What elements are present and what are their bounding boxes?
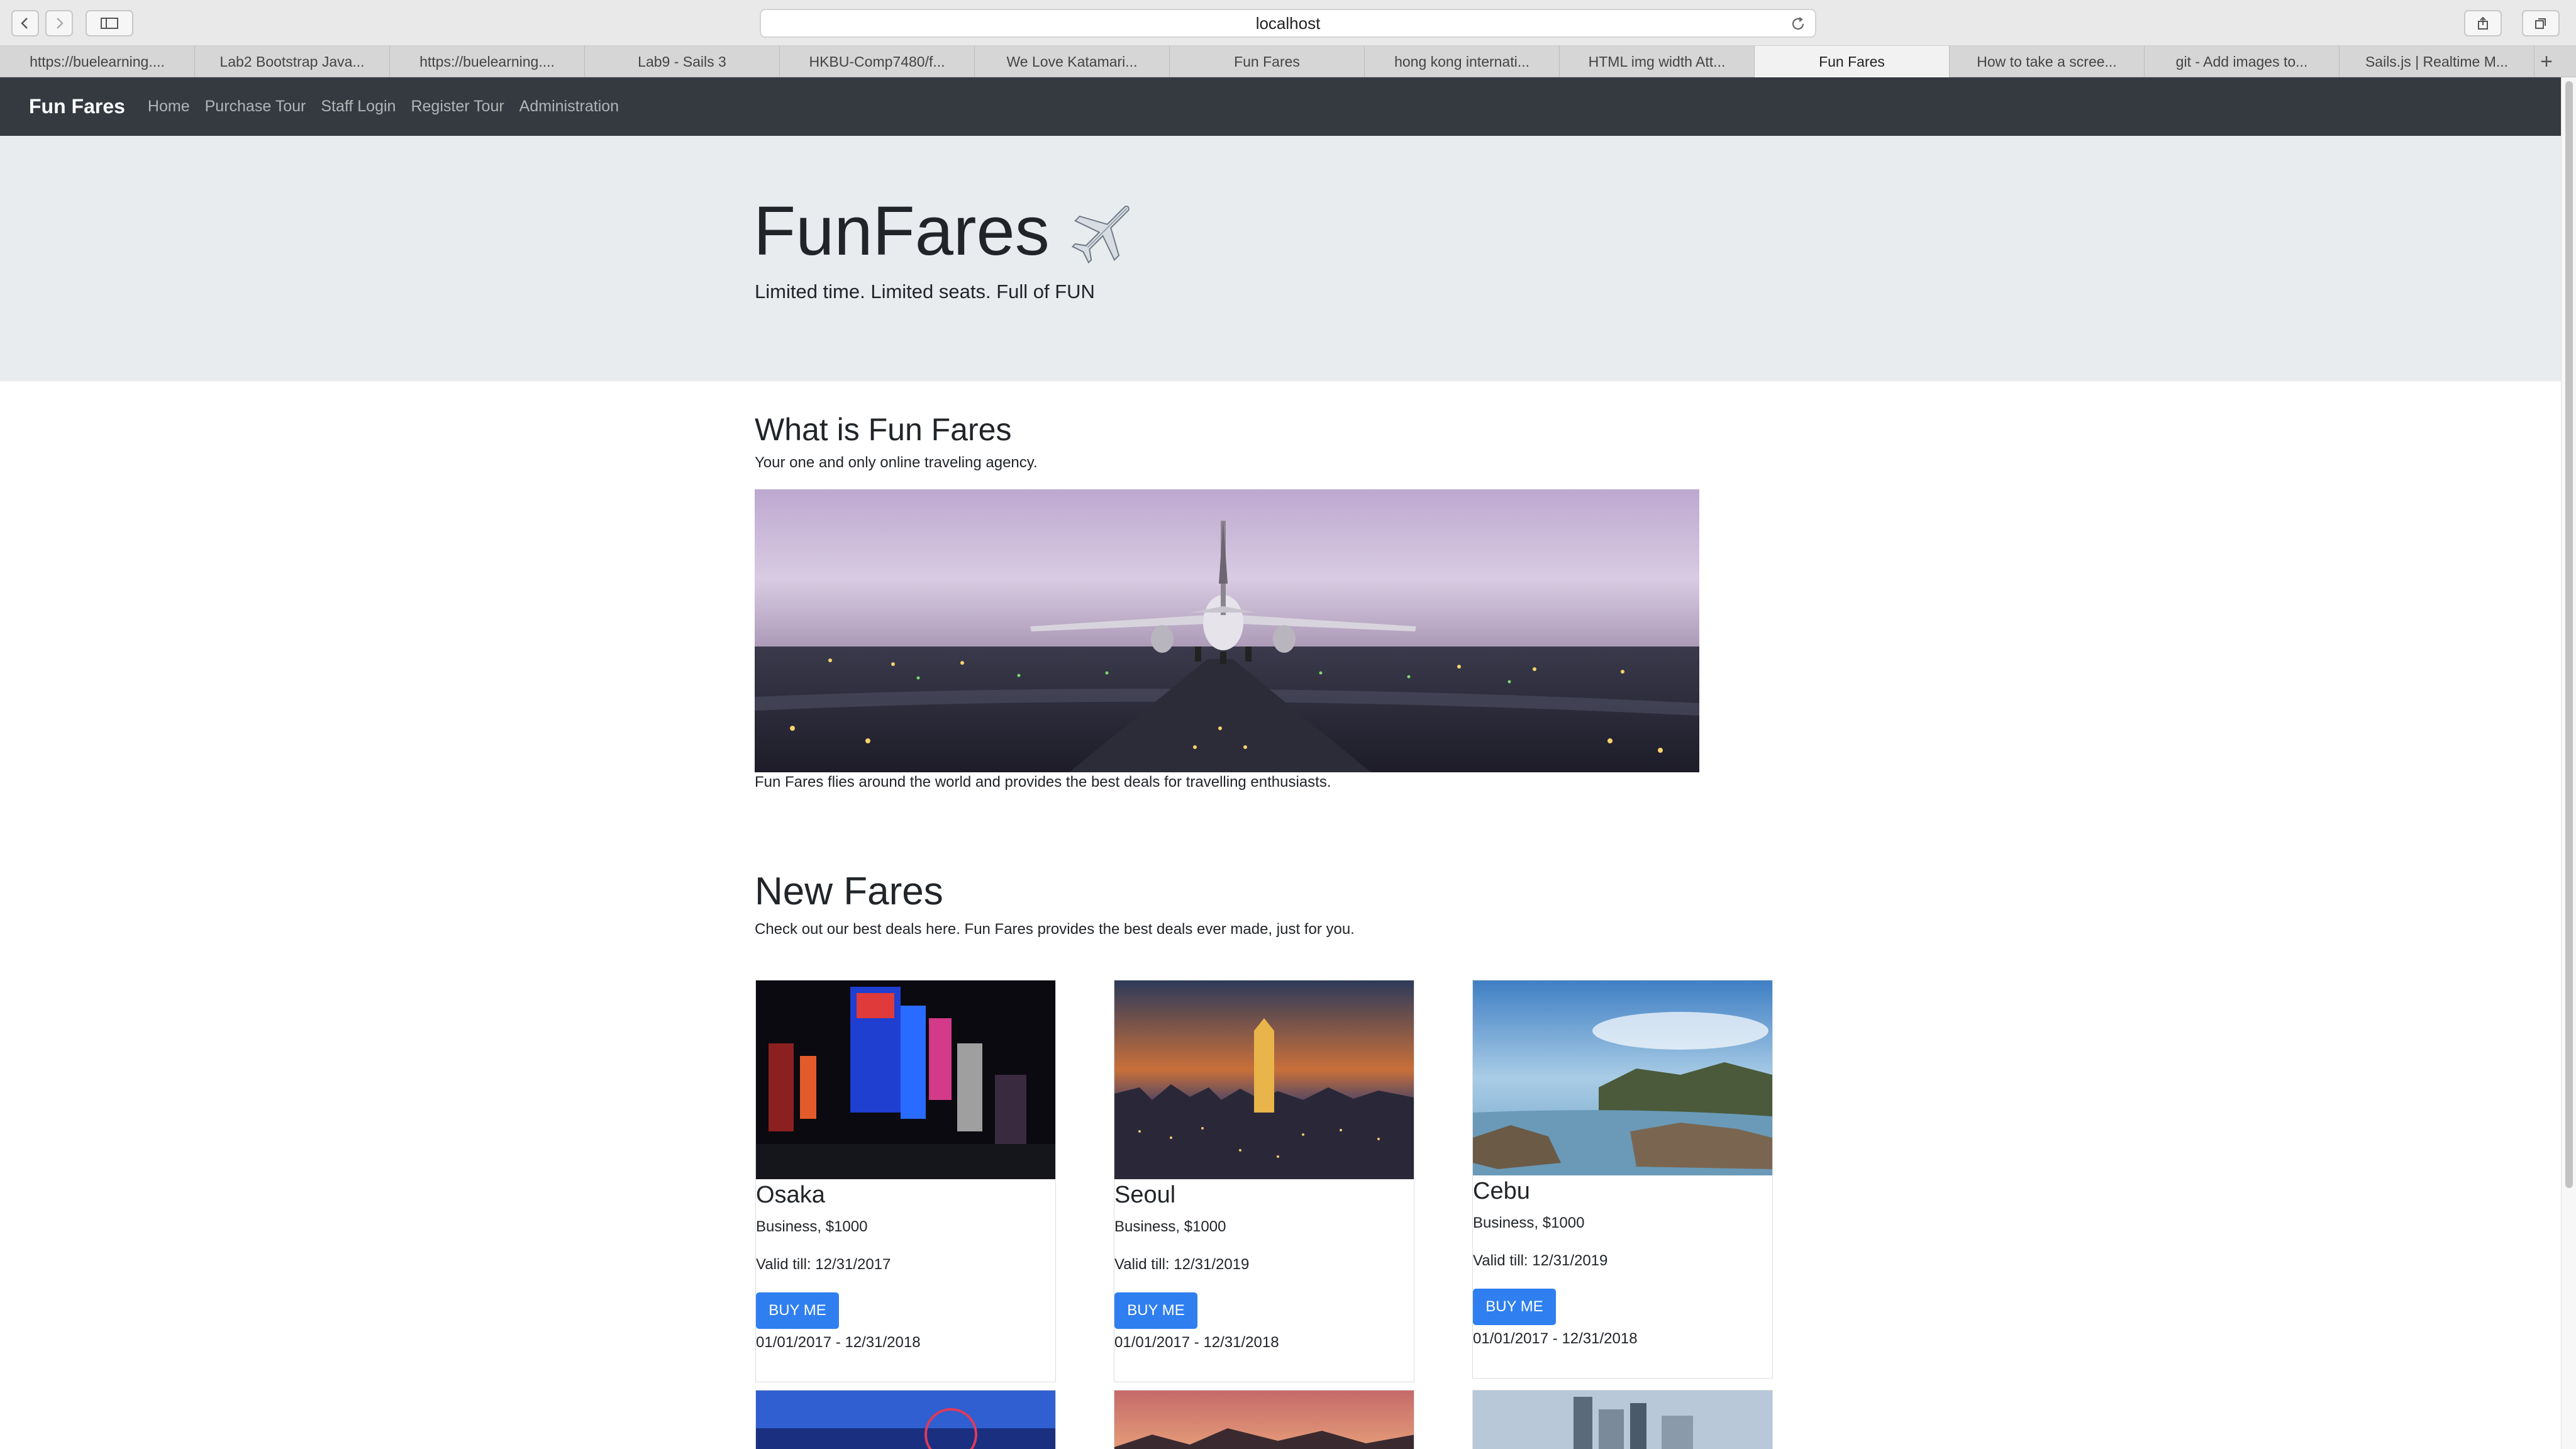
navbar-brand[interactable]: Fun Fares: [29, 95, 125, 118]
page-title-text: FunFares: [753, 192, 1050, 270]
fare-card-osaka: Osaka Business, $1000 Valid till: 12/31/…: [755, 980, 1056, 1382]
share-button[interactable]: [2464, 10, 2502, 36]
fare-card-image: [1114, 1391, 1414, 1449]
new-tab-button[interactable]: +: [2534, 46, 2558, 77]
tab-label: HKBU-Comp7480/f...: [809, 53, 945, 70]
page-lead: Limited time. Limited seats. Full of FUN: [755, 280, 1095, 303]
back-button[interactable]: [11, 10, 39, 36]
page-title: FunFares: [753, 191, 1141, 271]
plus-icon: +: [2540, 49, 2553, 74]
cebu-image: [1473, 980, 1772, 1175]
fare-card-partial: [1114, 1390, 1414, 1449]
about-caption: Fun Fares flies around the world and pro…: [755, 774, 1331, 791]
about-text: Your one and only online traveling agenc…: [755, 454, 1038, 471]
tab-label: We Love Katamari...: [1006, 53, 1138, 70]
card-title: Seoul: [1114, 1182, 1176, 1208]
tab[interactable]: How to take a scree...: [1950, 46, 2145, 77]
fare-card-image: [756, 1391, 1055, 1449]
browser-toolbar: localhost: [0, 0, 2576, 46]
page-scrollbar[interactable]: [2561, 77, 2576, 1449]
nav-link-home[interactable]: Home: [148, 97, 190, 116]
card-valid-till: Valid till: 12/31/2017: [756, 1256, 891, 1273]
nav-link-register-tour[interactable]: Register Tour: [411, 97, 504, 116]
fare-card-partial: [1472, 1390, 1773, 1449]
card-date-range: 01/01/2017 - 12/31/2018: [756, 1334, 921, 1351]
tab-label: https://buelearning....: [419, 53, 555, 70]
card-title: Cebu: [1473, 1178, 1530, 1204]
tab-label: https://buelearning....: [30, 53, 165, 70]
tab[interactable]: HTML img width Att...: [1560, 46, 1755, 77]
tab[interactable]: https://buelearning....: [390, 46, 585, 77]
tab[interactable]: Lab9 - Sails 3: [585, 46, 780, 77]
fares-heading: New Fares: [755, 870, 943, 913]
tab[interactable]: Lab2 Bootstrap Java...: [195, 46, 390, 77]
url-text: localhost: [1255, 13, 1321, 33]
tab-label: Fun Fares: [1234, 53, 1300, 70]
tab-label: hong kong internati...: [1394, 53, 1530, 70]
tabs-icon: [2535, 18, 2546, 29]
card-valid-till: Valid till: 12/31/2019: [1473, 1252, 1608, 1269]
tab-label: Fun Fares: [1819, 53, 1885, 70]
sidebar-toggle-button[interactable]: [86, 10, 133, 36]
tab[interactable]: https://buelearning....: [0, 46, 195, 77]
card-class-price: Business, $1000: [1114, 1218, 1226, 1235]
card-date-range: 01/01/2017 - 12/31/2018: [1114, 1334, 1279, 1351]
tab-label: git - Add images to...: [2175, 53, 2308, 70]
nav-link-administration[interactable]: Administration: [519, 97, 619, 116]
card-class-price: Business, $1000: [756, 1218, 868, 1235]
tab-active[interactable]: Fun Fares: [1755, 46, 1950, 77]
address-bar[interactable]: localhost: [760, 9, 1816, 38]
forward-button[interactable]: [45, 10, 73, 36]
tab-bar: https://buelearning.... Lab2 Bootstrap J…: [0, 46, 2576, 77]
share-icon: [2478, 16, 2488, 30]
sidebar-icon: [101, 18, 118, 29]
card-title: Osaka: [756, 1182, 825, 1208]
about-heading: What is Fun Fares: [755, 412, 1012, 447]
airplane-icon: [1071, 205, 1130, 264]
chevron-right-icon: [57, 18, 64, 29]
jumbotron: FunFares Limited time. Limited seats. Fu…: [0, 136, 2561, 381]
card-date-range: 01/01/2017 - 12/31/2018: [1473, 1330, 1638, 1347]
airplane-hero-image: [755, 489, 1699, 772]
fares-text: Check out our best deals here. Fun Fares…: [755, 921, 1355, 938]
fare-card-cebu: Cebu Business, $1000 Valid till: 12/31/2…: [1472, 980, 1773, 1379]
nav-link-purchase-tour[interactable]: Purchase Tour: [205, 97, 306, 116]
fare-card-image: [1473, 1391, 1772, 1449]
fare-card-seoul: Seoul Business, $1000 Valid till: 12/31/…: [1114, 980, 1414, 1382]
chevron-left-icon: [21, 18, 28, 29]
reload-icon[interactable]: [1790, 16, 1806, 32]
scrollbar-thumb[interactable]: [2565, 81, 2573, 1188]
tabs-overview-button[interactable]: [2522, 10, 2560, 36]
tab-label: HTML img width Att...: [1588, 53, 1726, 70]
site-navbar: Fun Fares Home Purchase Tour Staff Login…: [0, 77, 2561, 136]
buy-me-button[interactable]: BUY ME: [1473, 1289, 1556, 1325]
card-class-price: Business, $1000: [1473, 1214, 1585, 1231]
tab[interactable]: HKBU-Comp7480/f...: [780, 46, 975, 77]
tab[interactable]: git - Add images to...: [2145, 46, 2340, 77]
tab-label: How to take a scree...: [1977, 53, 2117, 70]
tab-label: Lab2 Bootstrap Java...: [219, 53, 365, 70]
tab[interactable]: Fun Fares: [1170, 46, 1365, 77]
tab[interactable]: Sails.js | Realtime M...: [2340, 46, 2534, 77]
osaka-image: [756, 980, 1055, 1179]
buy-me-button[interactable]: BUY ME: [1114, 1292, 1197, 1329]
seoul-image: [1114, 980, 1414, 1179]
tab[interactable]: hong kong internati...: [1365, 46, 1560, 77]
tab-label: Lab9 - Sails 3: [638, 53, 726, 70]
fare-card-partial: [755, 1390, 1056, 1449]
nav-link-staff-login[interactable]: Staff Login: [321, 97, 396, 116]
card-valid-till: Valid till: 12/31/2019: [1114, 1256, 1250, 1273]
tab-label: Sails.js | Realtime M...: [2365, 53, 2509, 70]
tab[interactable]: We Love Katamari...: [975, 46, 1170, 77]
buy-me-button[interactable]: BUY ME: [756, 1292, 839, 1329]
